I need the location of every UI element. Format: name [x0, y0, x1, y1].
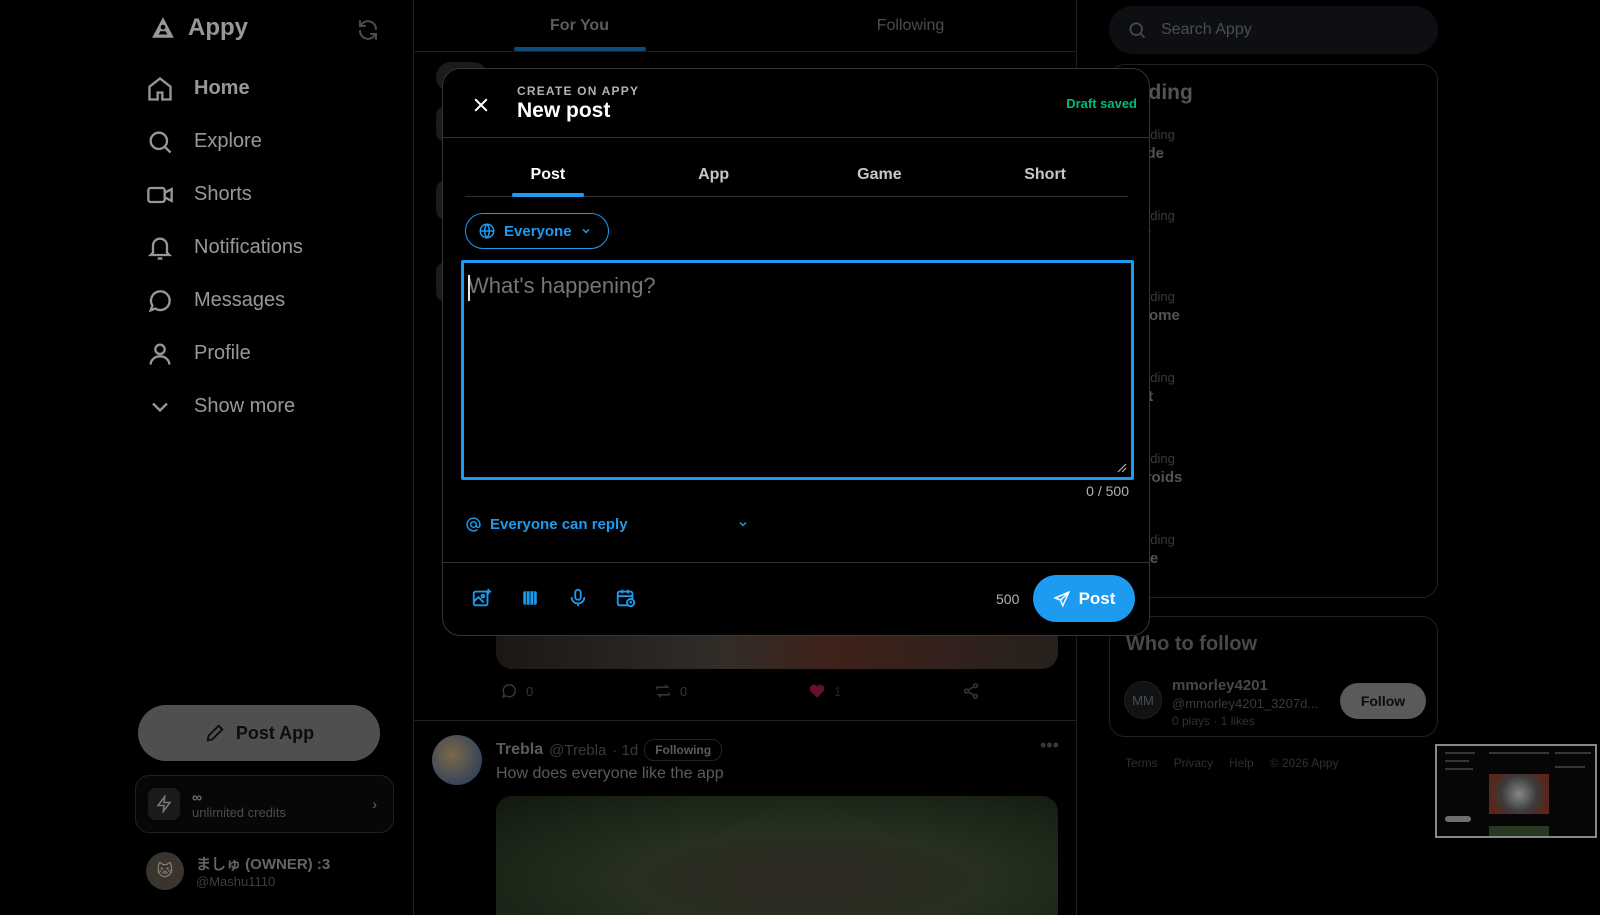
dialog-eyebrow: CREATE ON APPY	[517, 84, 640, 98]
tab-short[interactable]: Short	[962, 153, 1128, 196]
tab-post[interactable]: Post	[465, 153, 631, 196]
dialog-footer: 500 Post	[443, 562, 1149, 635]
text-caret	[468, 275, 470, 301]
reply-setting-label: Everyone can reply	[490, 516, 628, 533]
at-icon	[466, 517, 481, 532]
globe-icon	[479, 223, 495, 239]
add-image-button[interactable]	[469, 585, 495, 611]
new-post-dialog: CREATE ON APPY New post Draft saved Post…	[442, 68, 1150, 636]
chevron-down-icon[interactable]	[737, 518, 749, 530]
composer-tools	[469, 585, 639, 611]
tab-game[interactable]: Game	[797, 153, 963, 196]
composer	[461, 260, 1134, 480]
send-icon	[1052, 590, 1070, 608]
close-button[interactable]	[465, 89, 497, 121]
draft-status: Draft saved	[1066, 96, 1137, 111]
dialog-title: New post	[517, 99, 611, 122]
submit-post-label: Post	[1078, 588, 1116, 608]
post-text-input[interactable]	[464, 263, 1131, 477]
image-add-icon	[472, 588, 492, 607]
schedule-button[interactable]	[613, 585, 639, 611]
submit-post-button[interactable]: Post	[1033, 575, 1135, 622]
dialog-header: CREATE ON APPY New post Draft saved	[443, 69, 1149, 138]
character-counter: 0 / 500	[1086, 483, 1129, 499]
resize-grip-icon[interactable]	[1115, 461, 1127, 473]
add-gif-button[interactable]	[517, 585, 543, 611]
post-type-tabs: Post App Game Short	[465, 153, 1128, 197]
gif-icon	[523, 591, 537, 605]
chevron-down-icon	[582, 228, 590, 234]
close-icon	[474, 98, 488, 112]
reply-setting[interactable]: Everyone can reply	[465, 516, 628, 533]
audience-label: Everyone	[504, 222, 572, 240]
tab-app[interactable]: App	[631, 153, 797, 196]
add-audio-button[interactable]	[565, 585, 591, 611]
remaining-characters: 500	[996, 591, 1020, 607]
microphone-icon	[570, 588, 586, 607]
calendar-clock-icon	[616, 589, 636, 608]
app-root: Appy Home Explore Shorts Notifications M…	[0, 0, 1600, 915]
audience-selector[interactable]: Everyone	[465, 213, 609, 249]
